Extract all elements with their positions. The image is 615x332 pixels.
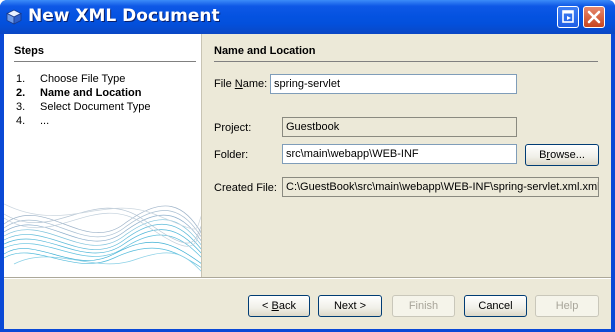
- project-label: Project:: [214, 122, 252, 134]
- steps-panel: Steps 1. Choose File Type 2. Name and Lo…: [4, 34, 202, 277]
- footer-separator: [4, 277, 611, 279]
- window-title: New XML Document: [28, 6, 220, 26]
- help-button[interactable]: Help: [535, 295, 599, 317]
- step-label: Select Document Type: [40, 101, 151, 113]
- title-bar[interactable]: New XML Document: [0, 0, 615, 34]
- browse-button[interactable]: Browse...: [525, 144, 599, 166]
- cube-icon: [6, 9, 22, 25]
- step-label: Name and Location: [40, 87, 142, 99]
- created-file-field: C:\GuestBook\src\main\webapp\WEB-INF\spr…: [282, 177, 599, 197]
- finish-button[interactable]: Finish: [392, 295, 455, 317]
- steps-list: 1. Choose File Type 2. Name and Location…: [14, 72, 199, 128]
- name-location-panel: Name and Location File Name: spring-serv…: [203, 34, 611, 277]
- cancel-button[interactable]: Cancel: [464, 295, 527, 317]
- back-button[interactable]: < Back: [248, 295, 310, 317]
- step-number: 1.: [16, 73, 26, 85]
- step-label: Choose File Type: [40, 73, 126, 85]
- step-number: 3.: [16, 101, 26, 113]
- restore-button[interactable]: [557, 6, 579, 28]
- section-divider: [214, 61, 598, 62]
- steps-heading: Steps: [14, 45, 44, 57]
- step-item-4: 4. ...: [14, 114, 199, 128]
- next-button[interactable]: Next >: [318, 295, 382, 317]
- project-field: Guestbook: [282, 117, 517, 137]
- step-number: 4.: [16, 115, 26, 127]
- dialog-client-area: Steps 1. Choose File Type 2. Name and Lo…: [4, 34, 611, 329]
- created-file-label: Created File:: [214, 182, 277, 194]
- decorative-wave-graphic: [4, 203, 201, 272]
- step-item-1: 1. Choose File Type: [14, 72, 199, 86]
- step-label: ...: [40, 115, 50, 127]
- file-name-input[interactable]: spring-servlet: [270, 74, 517, 94]
- dialog-window: New XML Document Steps 1. Choose File Ty…: [0, 0, 615, 332]
- close-icon: [587, 10, 601, 24]
- close-button[interactable]: [583, 6, 605, 28]
- step-item-3: 3. Select Document Type: [14, 100, 199, 114]
- step-item-2-current: 2. Name and Location: [14, 86, 199, 100]
- steps-divider: [14, 61, 196, 62]
- file-name-label: File Name:: [214, 78, 268, 90]
- step-number: 2.: [16, 87, 26, 99]
- restore-icon: [562, 10, 574, 23]
- section-heading: Name and Location: [214, 45, 316, 57]
- folder-label: Folder:: [214, 149, 249, 161]
- folder-input[interactable]: src\main\webapp\WEB-INF: [282, 144, 517, 164]
